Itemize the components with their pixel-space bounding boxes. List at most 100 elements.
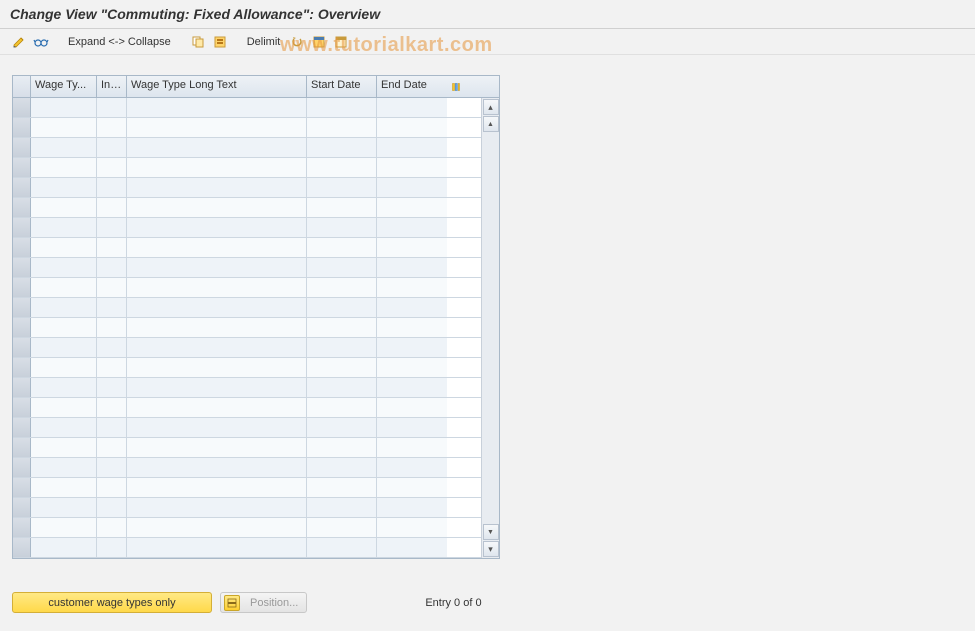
row-selector[interactable] xyxy=(13,498,31,517)
table-row[interactable] xyxy=(13,118,481,138)
cell-end-date[interactable] xyxy=(377,438,447,457)
cell-long-text[interactable] xyxy=(127,138,307,157)
table-row[interactable] xyxy=(13,398,481,418)
scroll-down-icon[interactable]: ▼ xyxy=(483,524,499,540)
cell-long-text[interactable] xyxy=(127,518,307,537)
cell-start-date[interactable] xyxy=(307,298,377,317)
row-selector[interactable] xyxy=(13,458,31,477)
cell-end-date[interactable] xyxy=(377,458,447,477)
row-selector[interactable] xyxy=(13,138,31,157)
cell-inf[interactable] xyxy=(97,218,127,237)
cell-wage-type[interactable] xyxy=(31,98,97,117)
table-row[interactable] xyxy=(13,138,481,158)
cell-start-date[interactable] xyxy=(307,178,377,197)
cell-long-text[interactable] xyxy=(127,398,307,417)
cell-start-date[interactable] xyxy=(307,318,377,337)
row-selector[interactable] xyxy=(13,518,31,537)
cell-end-date[interactable] xyxy=(377,198,447,217)
table-row[interactable] xyxy=(13,478,481,498)
cell-long-text[interactable] xyxy=(127,238,307,257)
table-row[interactable] xyxy=(13,538,481,558)
cell-inf[interactable] xyxy=(97,178,127,197)
cell-start-date[interactable] xyxy=(307,378,377,397)
table-row[interactable] xyxy=(13,298,481,318)
cell-start-date[interactable] xyxy=(307,138,377,157)
cell-wage-type[interactable] xyxy=(31,418,97,437)
cell-end-date[interactable] xyxy=(377,478,447,497)
cell-inf[interactable] xyxy=(97,538,127,557)
cell-end-date[interactable] xyxy=(377,178,447,197)
cell-end-date[interactable] xyxy=(377,278,447,297)
cell-inf[interactable] xyxy=(97,498,127,517)
cell-end-date[interactable] xyxy=(377,298,447,317)
row-selector[interactable] xyxy=(13,238,31,257)
row-selector[interactable] xyxy=(13,198,31,217)
cell-inf[interactable] xyxy=(97,338,127,357)
cell-long-text[interactable] xyxy=(127,478,307,497)
cell-long-text[interactable] xyxy=(127,538,307,557)
cell-wage-type[interactable] xyxy=(31,478,97,497)
scroll-top-icon[interactable]: ▴ xyxy=(483,99,499,115)
cell-inf[interactable] xyxy=(97,438,127,457)
cell-long-text[interactable] xyxy=(127,338,307,357)
cell-end-date[interactable] xyxy=(377,238,447,257)
col-header-start-date[interactable]: Start Date xyxy=(307,76,377,97)
cell-end-date[interactable] xyxy=(377,338,447,357)
table-row[interactable] xyxy=(13,218,481,238)
cell-inf[interactable] xyxy=(97,418,127,437)
table-row[interactable] xyxy=(13,158,481,178)
customer-wage-types-button[interactable]: customer wage types only xyxy=(12,592,212,613)
cell-end-date[interactable] xyxy=(377,358,447,377)
cell-wage-type[interactable] xyxy=(31,458,97,477)
cell-start-date[interactable] xyxy=(307,438,377,457)
cell-start-date[interactable] xyxy=(307,218,377,237)
cell-wage-type[interactable] xyxy=(31,298,97,317)
cell-start-date[interactable] xyxy=(307,358,377,377)
cell-wage-type[interactable] xyxy=(31,378,97,397)
row-selector[interactable] xyxy=(13,298,31,317)
cell-wage-type[interactable] xyxy=(31,518,97,537)
cell-wage-type[interactable] xyxy=(31,198,97,217)
cell-inf[interactable] xyxy=(97,518,127,537)
cell-long-text[interactable] xyxy=(127,438,307,457)
cell-long-text[interactable] xyxy=(127,418,307,437)
cell-start-date[interactable] xyxy=(307,198,377,217)
row-selector[interactable] xyxy=(13,378,31,397)
table-row[interactable] xyxy=(13,418,481,438)
cell-end-date[interactable] xyxy=(377,98,447,117)
cell-start-date[interactable] xyxy=(307,458,377,477)
row-selector[interactable] xyxy=(13,478,31,497)
cell-inf[interactable] xyxy=(97,478,127,497)
cell-long-text[interactable] xyxy=(127,178,307,197)
cell-wage-type[interactable] xyxy=(31,318,97,337)
scroll-bottom-icon[interactable]: ▾ xyxy=(483,541,499,557)
cell-long-text[interactable] xyxy=(127,278,307,297)
row-selector[interactable] xyxy=(13,538,31,557)
cell-wage-type[interactable] xyxy=(31,118,97,137)
cell-long-text[interactable] xyxy=(127,378,307,397)
cell-inf[interactable] xyxy=(97,158,127,177)
table-row[interactable] xyxy=(13,458,481,478)
row-selector[interactable] xyxy=(13,358,31,377)
row-selector[interactable] xyxy=(13,418,31,437)
cell-inf[interactable] xyxy=(97,138,127,157)
cell-long-text[interactable] xyxy=(127,318,307,337)
cell-end-date[interactable] xyxy=(377,398,447,417)
cell-wage-type[interactable] xyxy=(31,238,97,257)
cell-long-text[interactable] xyxy=(127,298,307,317)
col-header-end-date[interactable]: End Date xyxy=(377,76,447,97)
cell-long-text[interactable] xyxy=(127,358,307,377)
cell-start-date[interactable] xyxy=(307,418,377,437)
table-row[interactable] xyxy=(13,258,481,278)
display-glasses-icon[interactable] xyxy=(32,33,50,51)
cell-wage-type[interactable] xyxy=(31,258,97,277)
cell-wage-type[interactable] xyxy=(31,338,97,357)
cell-inf[interactable] xyxy=(97,378,127,397)
copy-icon[interactable] xyxy=(189,33,207,51)
table-row[interactable] xyxy=(13,338,481,358)
table-row[interactable] xyxy=(13,438,481,458)
cell-wage-type[interactable] xyxy=(31,498,97,517)
col-header-inf[interactable]: Inf... xyxy=(97,76,127,97)
col-header-wage-type[interactable]: Wage Ty... xyxy=(31,76,97,97)
cell-start-date[interactable] xyxy=(307,498,377,517)
